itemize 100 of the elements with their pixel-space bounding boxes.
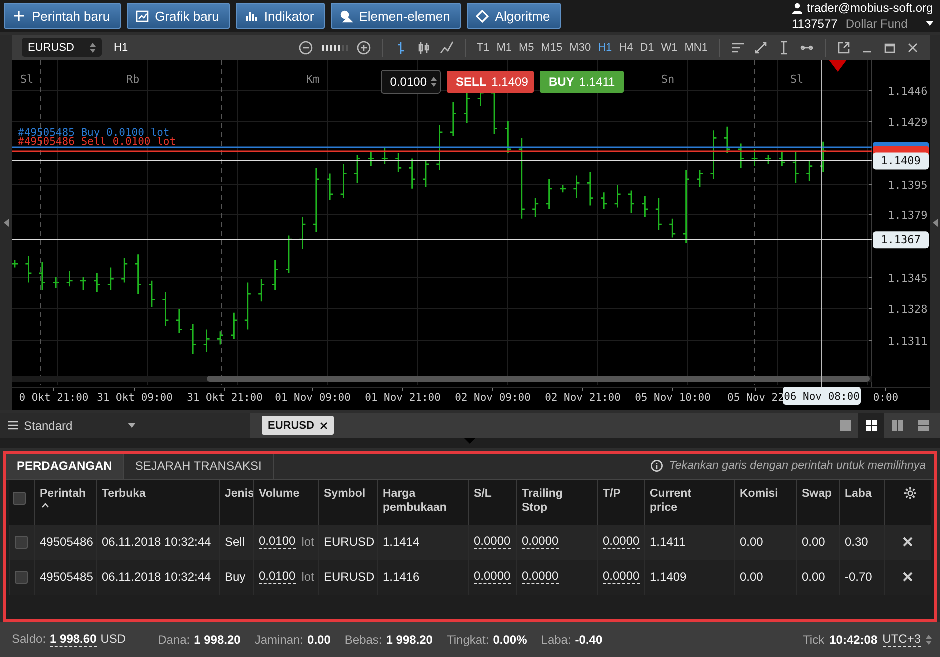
order-line[interactable] [12,146,872,148]
timeframe-tab[interactable]: D1 [640,42,654,54]
popout-icon[interactable] [837,40,851,54]
table-cell: 06.11.2018 10:32:44 [102,535,212,550]
panel-tab[interactable]: PERDAGANGAN [6,454,124,479]
chart-tab[interactable]: EURUSD [262,416,334,435]
currency-label: USD [100,632,126,646]
table-cell: EURUSD [324,570,375,584]
price-bar [258,278,266,302]
clock-time: 10:42:08 [830,632,878,647]
price-bar [764,154,772,166]
time-tick-label: 0 Okt 21:00 [19,392,89,404]
sell-button[interactable]: SELL 1.1409 [447,71,534,93]
price-tick-label: 1.1345 [888,272,928,285]
trend-line-icon[interactable] [754,40,768,54]
price-bar [751,148,758,167]
rows-layout-icon [916,419,930,432]
crosshair-time-label: 06 Nov 08:00 [783,387,861,405]
day-label: Rb [126,73,140,86]
timezone-select[interactable]: UTC+3 [882,632,921,648]
table-cell: Sell [225,535,246,550]
day-label: Sl [20,73,34,86]
toolbar-button[interactable]: Algoritme [467,3,562,29]
candles-icon[interactable] [416,40,431,54]
spinner-icon[interactable] [431,77,437,87]
layout-dropdown[interactable]: Standard [0,413,250,438]
timeframe-tab[interactable]: W1 [661,42,678,54]
timeframe-tab[interactable]: H1 [598,42,612,54]
balance-field[interactable]: 1 998.60 [50,632,97,648]
price-bar [368,150,375,167]
price-bar [792,150,800,184]
checkbox[interactable] [15,536,28,549]
spinner-icon[interactable] [926,634,932,645]
caret-down-icon [128,423,136,428]
price-bar [244,282,252,330]
scrollbar[interactable] [12,376,872,382]
status-value: -0.40 [575,632,603,647]
info-icon [651,460,664,472]
checkbox[interactable] [15,570,28,584]
toolbar-button[interactable]: Perintah baru [4,3,122,29]
table-cell: 49505485 [40,570,94,584]
price-bar [94,272,101,293]
time-tick-label: 02 Nov 09:00 [455,392,531,404]
shapes-icon [340,10,354,22]
line-chart-icon[interactable] [440,40,454,54]
price-bar [668,218,676,238]
symbol-select[interactable]: EURUSD [22,38,102,57]
panel-tab[interactable]: SEJARAH TRANSAKSI [124,454,274,479]
timeframe-tab[interactable]: H4 [619,42,634,54]
price-bar [463,92,471,124]
timeframe-tab[interactable]: M30 [570,42,592,54]
toolbar-button[interactable]: Indikator [236,3,326,29]
status-value: 1 998.20 [386,632,433,647]
unit-label: lot [302,535,314,550]
trailing-stop-field[interactable]: 0.0000 [522,535,559,550]
layout-button[interactable] [858,413,884,438]
time-tick-label: 01 Nov 21:00 [365,392,441,404]
volume-field[interactable]: 0.0100 [259,570,296,584]
account-name: Dollar Fund [846,17,908,31]
price-bar [642,196,649,218]
price-tick-label: 1.1379 [888,209,928,222]
volume-field[interactable]: 0.0100 [259,535,296,550]
timeframe-tab[interactable]: M15 [541,42,563,54]
zoom-out-icon[interactable] [298,40,313,54]
account-number: 1137577 [792,17,838,31]
gear-icon[interactable] [904,486,917,500]
price-bar [216,330,224,346]
time-tick-label: 31 Okt 09:00 [97,392,173,404]
timeframe-tab[interactable]: M1 [496,42,512,54]
chart-icon [136,10,150,22]
price-bar [586,171,594,206]
price-bar [312,168,320,233]
status-label: Bebas: [344,632,382,647]
zoom-in-icon[interactable] [356,40,371,54]
spinner-icon [90,42,96,52]
lines-icon[interactable] [731,40,745,54]
trailing-stop-field[interactable]: 0.0000 [522,570,559,584]
table-cell: 1.1414 [383,535,420,550]
timeframe-tab[interactable]: MN1 [684,42,708,54]
timeframe-tab[interactable]: T1 [476,42,490,54]
sort-up-icon[interactable] [42,502,49,508]
order-line[interactable] [12,150,872,152]
stop-loss-field[interactable]: 0.0000 [474,570,511,584]
expand-arrow-icon[interactable] [932,218,938,226]
timeframe-tab[interactable]: M5 [518,42,534,54]
caret-down-icon[interactable] [926,21,934,27]
checkbox[interactable] [13,492,26,505]
period-label: H1 [114,42,128,54]
toolbar-button[interactable]: Elemen-elemen [331,3,462,29]
toolbar-button[interactable]: Grafik baru [127,3,230,29]
zoom-slider[interactable] [322,42,348,52]
price-bar [354,154,362,184]
lot-field[interactable]: 0.0100 [381,70,441,94]
price-bar [66,270,74,288]
close-icon[interactable] [906,40,920,54]
table-cell: 49505486 [40,535,94,550]
take-profit-field[interactable]: 0.0000 [603,570,640,584]
person-icon [792,2,803,14]
expand-arrow-icon[interactable] [4,218,8,226]
close-icon[interactable] [320,422,328,430]
